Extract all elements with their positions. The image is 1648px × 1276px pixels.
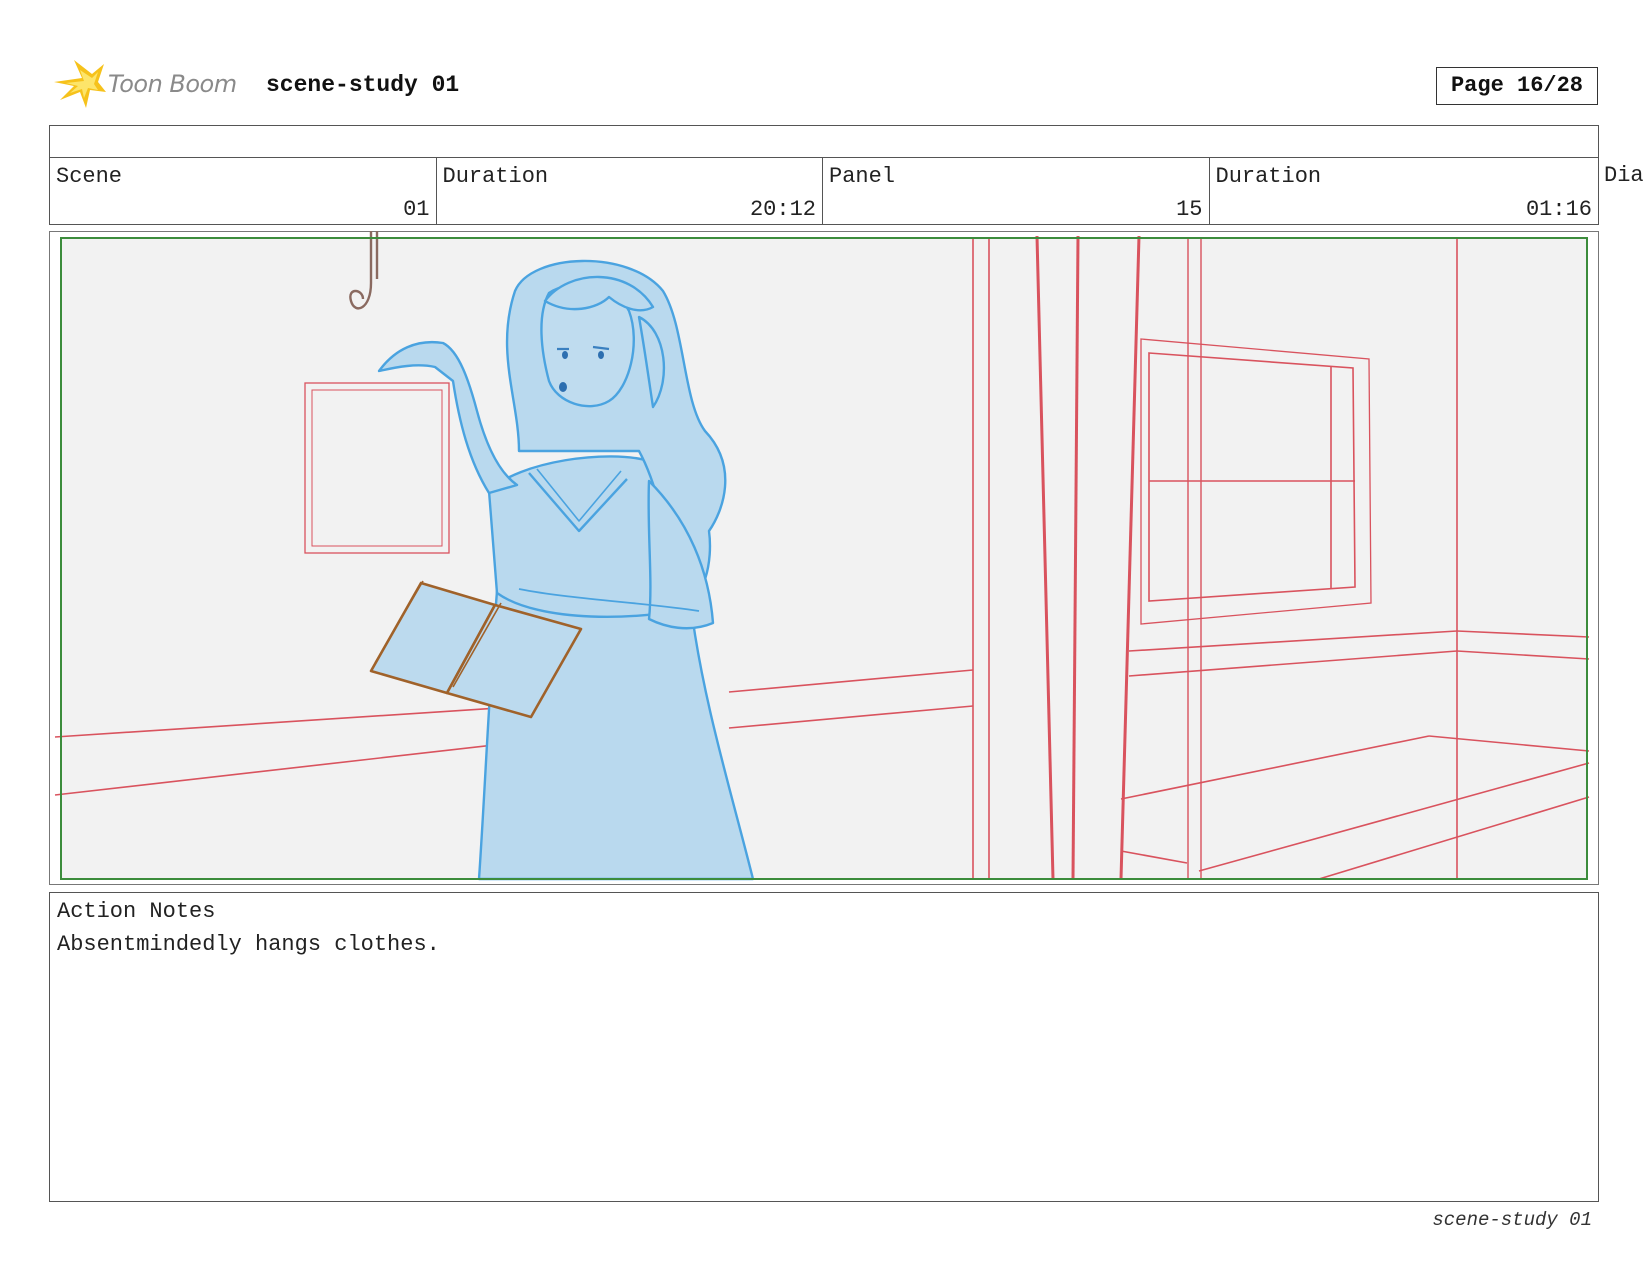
starburst-icon (54, 60, 106, 108)
meta-panel: Panel 15 (823, 158, 1210, 224)
footer-project-name: scene-study 01 (1432, 1209, 1592, 1231)
meta-value: 01 (403, 197, 430, 222)
panel-meta-row: Scene 01 Duration 20:12 Panel 15 Duratio… (49, 157, 1599, 225)
meta-panel-duration: Duration 01:16 (1210, 158, 1599, 224)
meta-scene: Scene 01 (50, 158, 437, 224)
logo-wordmark: Toon Boom (108, 70, 237, 98)
document-title: scene-study 01 (266, 72, 460, 98)
meta-value: 20:12 (749, 197, 816, 222)
action-notes-text: Absentmindedly hangs clothes. (57, 932, 440, 957)
meta-scene-duration: Duration 20:12 (437, 158, 823, 224)
meta-label: Duration (1215, 164, 1322, 189)
header-blank-row (49, 125, 1599, 158)
panel-background (61, 238, 1587, 879)
page-indicator: Page 16/28 (1436, 67, 1598, 105)
action-notes-label: Action Notes (57, 899, 216, 924)
action-notes-box: Action Notes Absentmindedly hangs clothe… (49, 892, 1599, 1202)
meta-value: 15 (1176, 197, 1203, 222)
meta-label: Scene (56, 164, 123, 189)
meta-label: Panel (829, 164, 896, 189)
meta-value: 01:16 (1525, 197, 1592, 222)
meta-label: Duration (442, 164, 549, 189)
meta-dialogue-label-truncated: Dia (1604, 163, 1644, 188)
storyboard-panel-drawing (54, 231, 1590, 881)
